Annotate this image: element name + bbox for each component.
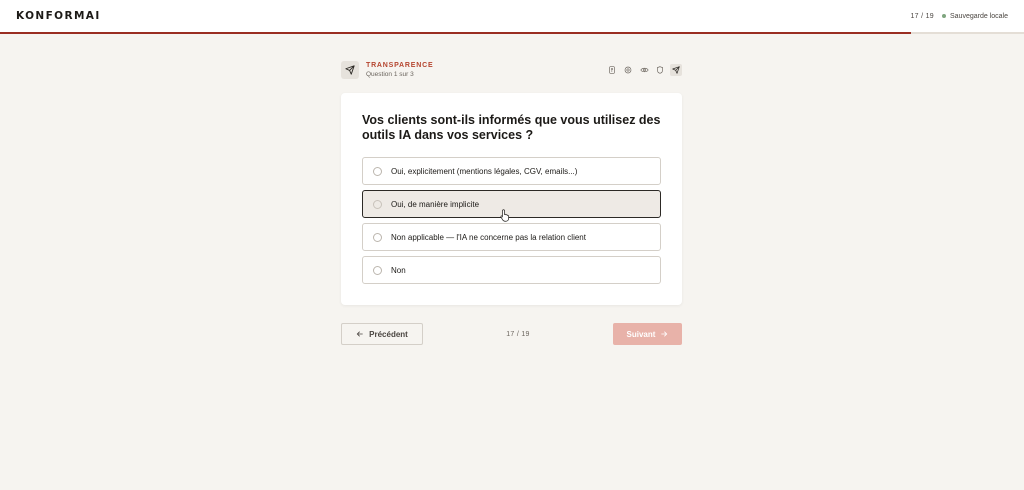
previous-label: Précédent bbox=[369, 329, 408, 339]
question-navigation: Précédent 17 / 19 Suivant bbox=[341, 323, 682, 345]
answer-option[interactable]: Non bbox=[362, 256, 661, 284]
hand-cursor-icon bbox=[500, 209, 510, 227]
answer-label: Oui, explicitement (mentions légales, CG… bbox=[391, 166, 578, 176]
radio-button[interactable] bbox=[373, 232, 382, 242]
header-status: 17 / 19 Sauvegarde locale bbox=[910, 13, 1008, 20]
arrow-right-icon bbox=[661, 331, 668, 337]
answer-option[interactable]: Oui, explicitement (mentions légales, CG… bbox=[362, 157, 661, 185]
document-icon[interactable] bbox=[606, 64, 618, 76]
next-label: Suivant bbox=[626, 329, 656, 339]
progress-bar bbox=[0, 32, 1024, 34]
settings-icon[interactable] bbox=[622, 64, 634, 76]
answer-label: Oui, de manière implicite bbox=[391, 199, 480, 209]
section-subtitle: Question 1 sur 3 bbox=[366, 71, 414, 78]
save-status-dot bbox=[942, 14, 946, 18]
progress-fill bbox=[0, 32, 912, 34]
send-icon bbox=[341, 61, 359, 79]
answer-label: Non bbox=[391, 265, 406, 275]
radio-button[interactable] bbox=[373, 166, 382, 176]
page-indicator: 17 / 19 bbox=[506, 330, 530, 338]
category-icons bbox=[606, 64, 682, 76]
logo: KONFORMAI bbox=[16, 10, 101, 22]
save-status: Sauvegarde locale bbox=[950, 12, 1008, 20]
next-button[interactable]: Suivant bbox=[612, 323, 682, 345]
question-counter: 17 / 19 bbox=[910, 12, 934, 20]
question-card: Vos clients sont-ils informés que vous u… bbox=[341, 93, 682, 305]
previous-button[interactable]: Précédent bbox=[341, 323, 423, 345]
answer-label: Non applicable — l'IA ne concerne pas la… bbox=[391, 232, 586, 242]
section-title: TRANSPARENCE bbox=[366, 62, 434, 69]
send-icon[interactable] bbox=[670, 64, 682, 76]
section-header: TRANSPARENCE Question 1 sur 3 bbox=[341, 60, 682, 80]
arrow-left-icon bbox=[356, 331, 363, 337]
radio-button[interactable] bbox=[373, 265, 382, 275]
question-text: Vos clients sont-ils informés que vous u… bbox=[362, 113, 661, 142]
shield-icon[interactable] bbox=[654, 64, 666, 76]
radio-button[interactable] bbox=[373, 199, 382, 209]
answer-option[interactable]: Oui, de manière implicite bbox=[362, 190, 661, 218]
eye-icon[interactable] bbox=[638, 64, 650, 76]
answer-option[interactable]: Non applicable — l'IA ne concerne pas la… bbox=[362, 223, 661, 251]
top-bar: KONFORMAI 17 / 19 Sauvegarde locale bbox=[0, 0, 1024, 32]
